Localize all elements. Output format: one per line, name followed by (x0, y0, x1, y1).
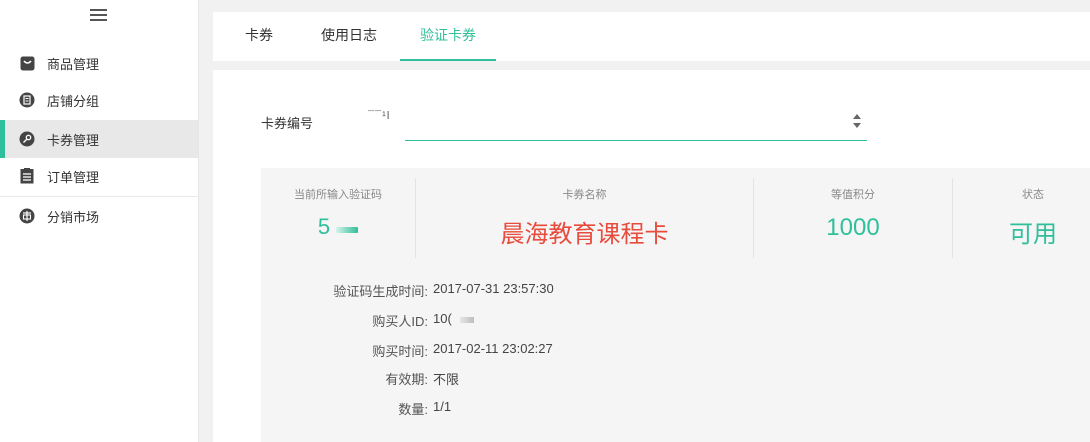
coupon-code-label: 卡券编号 (261, 116, 314, 131)
detail-key: 验证码生成时间: (333, 284, 428, 299)
active-tab-underline (400, 59, 496, 61)
detail-value: 2017-07-31 23:57:30 (433, 281, 554, 296)
detail-value: 不限 (433, 372, 460, 387)
active-indicator (0, 120, 5, 158)
sidebar-item-distribution-market[interactable]: 分销市场 (0, 197, 198, 235)
sidebar-item-label: 卡券管理 (47, 132, 100, 148)
sidebar: 商品管理 店铺分组 卡券管理 订单管理 分销市场 (0, 0, 199, 442)
stepper-arrows-icon[interactable] (851, 112, 863, 130)
sidebar-item-label: 分销市场 (47, 209, 100, 225)
status-column: 状态 可用 (953, 178, 1090, 258)
coupon-name-value: 晨海教育课程卡 (500, 221, 669, 248)
redacted-mark (459, 316, 474, 323)
verify-panel: 卡券编号 ¯¯¹l 当前所输入验证码 5 卡券名称 晨海教育课程卡 等值积分 1… (213, 70, 1090, 442)
detail-key: 数量: (398, 402, 428, 417)
points-value: 1000 (826, 214, 880, 241)
coupon-code-input[interactable] (405, 106, 867, 141)
code-column: 当前所输入验证码 5 (261, 178, 415, 258)
detail-value: 1/1 (433, 399, 452, 414)
points-column: 等值积分 1000 (754, 178, 952, 258)
verify-code-value: 5 (317, 214, 331, 239)
status-value: 可用 (1009, 221, 1057, 248)
detail-value: 2017-02-11 23:02:27 (433, 341, 553, 356)
list-circle-icon (19, 92, 35, 108)
tab-bar: 卡券 使用日志 验证卡券 (213, 12, 1090, 61)
key-circle-icon (19, 131, 35, 147)
verification-result-card: 当前所输入验证码 5 卡券名称 晨海教育课程卡 等值积分 1000 状态 可用 … (261, 168, 1090, 442)
detail-key: 购买人ID: (372, 314, 428, 329)
market-circle-icon (19, 208, 35, 224)
redacted-mark (336, 226, 359, 233)
sidebar-item-orders[interactable]: 订单管理 (0, 157, 198, 195)
clipboard-icon (19, 168, 35, 184)
sidebar-item-store-groups[interactable]: 店铺分组 (0, 81, 198, 119)
coupon-name-header: 卡券名称 (562, 189, 607, 201)
detail-value: 10( (433, 311, 452, 326)
detail-row-generated-time: 验证码生成时间: 2017-07-31 23:57:30 (261, 281, 621, 301)
sidebar-item-label: 店铺分组 (47, 93, 100, 109)
detail-row-buyer-id: 购买人ID: 10( (261, 311, 621, 331)
detail-row-quantity: 数量: 1/1 (261, 399, 621, 419)
coupon-code-partial-text: ¯¯¹l (368, 110, 391, 122)
code-header: 当前所输入验证码 (294, 189, 382, 201)
sidebar-item-goods[interactable]: 商品管理 (0, 44, 198, 82)
status-header: 状态 (1022, 189, 1044, 201)
name-column: 卡券名称 晨海教育课程卡 (416, 178, 753, 258)
detail-row-validity: 有效期: 不限 (261, 369, 621, 389)
tab-verify-coupon[interactable]: 验证卡券 (400, 12, 496, 61)
sidebar-item-label: 订单管理 (47, 169, 100, 185)
points-header: 等值积分 (831, 189, 875, 201)
detail-key: 有效期: (385, 372, 428, 387)
sidebar-item-coupons[interactable]: 卡券管理 (0, 120, 198, 158)
detail-key: 购买时间: (372, 344, 428, 359)
menu-icon[interactable] (89, 6, 109, 22)
detail-row-purchase-time: 购买时间: 2017-02-11 23:02:27 (261, 341, 621, 361)
tab-coupons[interactable]: 卡券 (233, 12, 285, 61)
tab-usage-log[interactable]: 使用日志 (309, 12, 389, 61)
sidebar-item-label: 商品管理 (47, 56, 100, 72)
bag-icon (19, 55, 35, 71)
